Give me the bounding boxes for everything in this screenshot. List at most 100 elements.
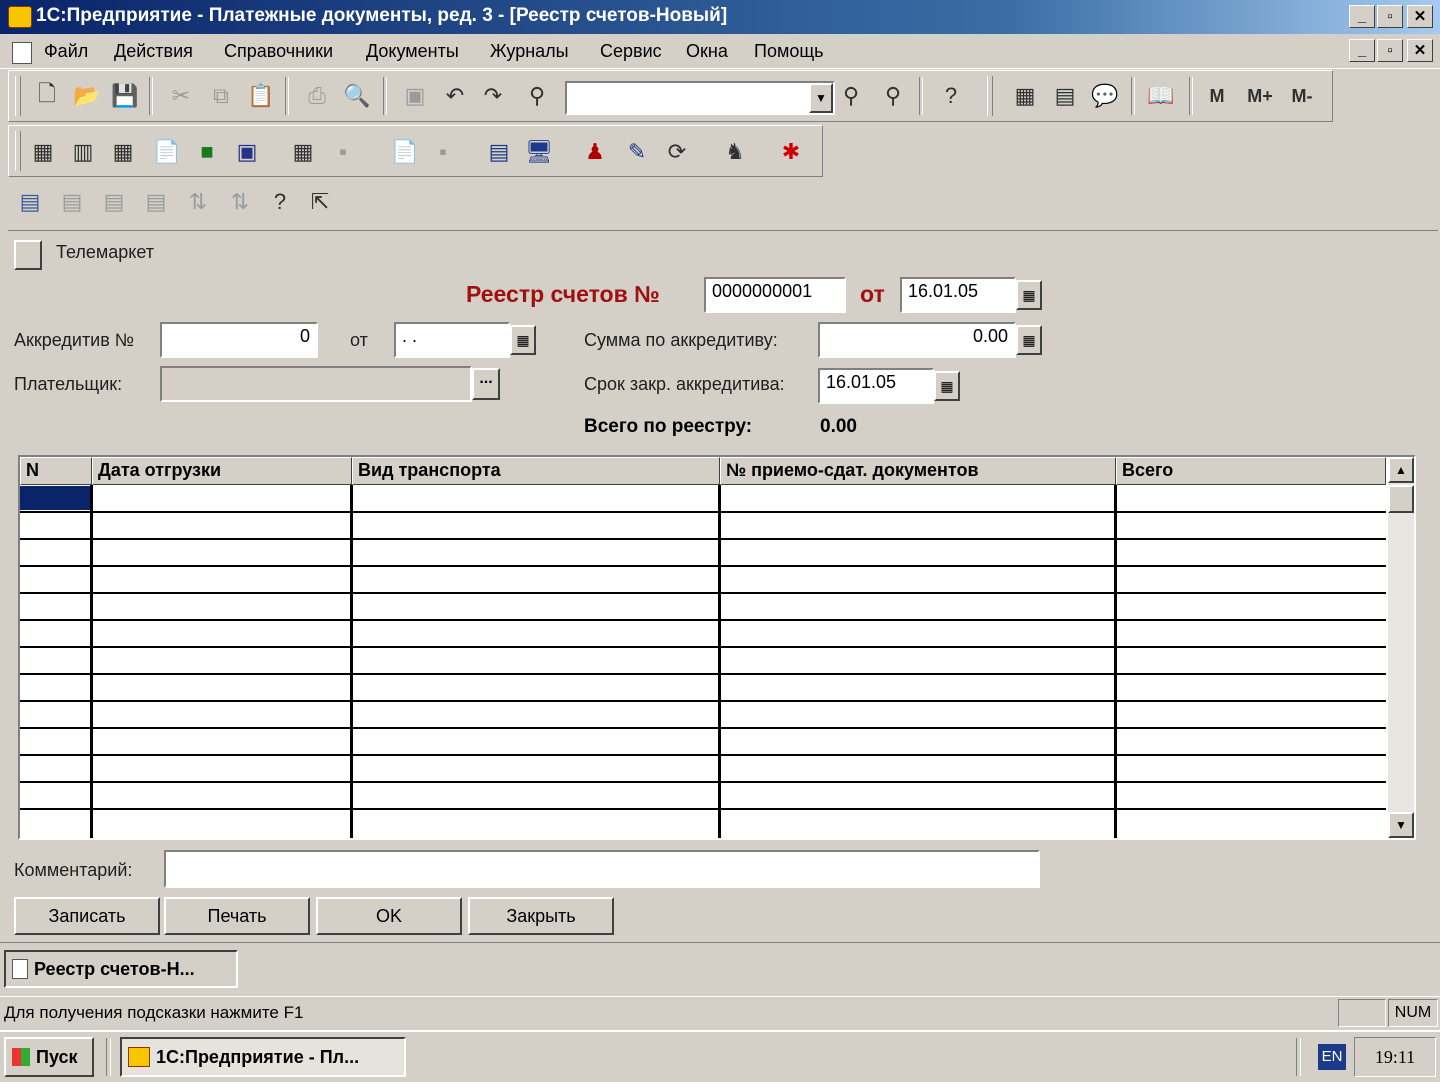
paste-icon[interactable]: 📋 [245,80,277,112]
minimize-button[interactable]: _ [1349,5,1375,28]
menu-service[interactable]: Сервис [600,41,662,62]
ok-button[interactable]: OK [316,897,462,935]
book-icon[interactable]: 📖 [1145,80,1177,112]
scroll-down-icon[interactable]: ▼ [1388,812,1414,838]
print-icon[interactable]: ⎙ [301,80,333,112]
accreditive-number-field[interactable]: 0 [160,322,318,358]
payment-order-icon[interactable]: 📄 [151,136,183,168]
invoice-table[interactable]: N Дата отгрузки Вид транспорта № приемо-… [18,455,1416,840]
report-icon[interactable]: ▤ [483,136,515,168]
menu-actions[interactable]: Действия [114,41,193,62]
context-help-icon[interactable]: ⇱ [304,186,336,218]
table-row[interactable] [20,619,1386,621]
copy-icon[interactable]: ⧉ [205,80,237,112]
new-doc-icon[interactable]: 📄 [389,136,421,168]
red-star-icon[interactable]: ✱ [775,136,807,168]
table-row[interactable] [20,673,1386,675]
menu-file[interactable]: Файл [44,41,88,62]
table-row[interactable] [20,646,1386,648]
close-window-button[interactable]: ✕ [1407,5,1433,28]
table-row[interactable] [20,592,1386,594]
title-bar[interactable]: 1С:Предприятие - Платежные документы, ре… [0,0,1440,34]
doc-number-field[interactable]: 0000000001 [704,277,846,313]
child-close-button[interactable]: ✕ [1407,39,1433,62]
toolbar-grip[interactable] [15,76,21,116]
child-restore-button[interactable]: ▫ [1377,39,1403,62]
save-icon[interactable]: 💾 [109,80,141,112]
accounts-icon[interactable]: ▦ [27,136,59,168]
current-cell[interactable] [20,486,90,510]
messages-icon[interactable]: 💬 [1089,80,1121,112]
table-row[interactable] [20,754,1386,756]
language-indicator[interactable]: EN [1318,1044,1346,1070]
accreditive-date-field[interactable]: . . [394,322,510,358]
table-row[interactable] [20,511,1386,513]
menu-windows[interactable]: Окна [686,41,728,62]
column-header-ship-date[interactable]: Дата отгрузки [92,457,352,485]
column-header-transport[interactable]: Вид транспорта [352,457,720,485]
calendar-icon[interactable]: ▤ [1049,80,1081,112]
form-help-icon[interactable]: ? [264,186,296,218]
table-row[interactable] [20,565,1386,567]
chevron-down-icon[interactable]: ▼ [809,83,833,113]
calendar-icon[interactable]: ▦ [1016,280,1042,310]
print-preview-icon[interactable]: 🔍 [341,80,373,112]
tools-icon[interactable]: ✎ [621,136,653,168]
table-row[interactable] [20,727,1386,729]
monitor-icon[interactable]: 🖥 [523,136,555,168]
menu-journals[interactable]: Журналы [490,41,569,62]
table-row[interactable] [20,538,1386,540]
close-term-field[interactable]: 16.01.05 [818,368,934,404]
memory-plus-button[interactable]: M+ [1241,80,1279,112]
menu-documents[interactable]: Документы [366,41,459,62]
toolbar-grip[interactable] [987,76,993,116]
find-prev-icon[interactable]: ⚲ [877,80,909,112]
table-row[interactable] [20,781,1386,783]
search-combo[interactable]: ▼ [565,81,835,115]
menu-help[interactable]: Помощь [754,41,824,62]
form-disabled-icon[interactable]: ▤ [56,186,88,218]
column-header-n[interactable]: N [20,457,92,485]
new-document-icon[interactable]: 🗋 [31,80,63,112]
form-action-icon[interactable]: ▤ [14,186,46,218]
redo-icon[interactable]: ↷ [477,80,509,112]
menu-catalogs[interactable]: Справочники [224,41,333,62]
registry-icon[interactable]: ▦ [107,136,139,168]
find-binoculars-icon[interactable]: ⚲ [521,80,553,112]
settings-person-icon[interactable]: ♞ [719,136,751,168]
restore-button[interactable]: ▫ [1377,5,1403,28]
document-icon[interactable] [12,42,32,64]
bank-icon[interactable]: ▣ [231,136,263,168]
close-button[interactable]: Закрыть [468,897,614,935]
clock[interactable]: 19:11 [1354,1037,1436,1077]
scroll-up-icon[interactable]: ▲ [1388,457,1414,483]
child-minimize-button[interactable]: _ [1349,39,1375,62]
form-disabled-icon[interactable]: ▤ [98,186,130,218]
calculator-icon[interactable]: ▦ [1009,80,1041,112]
cut-icon[interactable]: ✂ [165,80,197,112]
open-folder-icon[interactable]: 📂 [71,80,103,112]
doc-date-field[interactable]: 16.01.05 [900,277,1016,313]
taskbar-app-button[interactable]: 1С:Предприятие - Пл... [120,1037,406,1077]
scroll-thumb[interactable] [1388,485,1414,513]
column-header-docs[interactable]: № приемо-сдат. документов [720,457,1116,485]
memory-minus-button[interactable]: M- [1283,80,1321,112]
ledger-icon[interactable]: ▥ [67,136,99,168]
mdi-tab-registry[interactable]: Реестр счетов-Н... [4,950,238,988]
comment-field[interactable] [164,850,1040,888]
payer-field[interactable] [160,366,472,402]
incoming-doc-icon[interactable]: ■ [191,136,223,168]
form-disabled-icon[interactable]: ▤ [140,186,172,218]
sort-asc-icon[interactable]: ⇅ [182,186,214,218]
journal-disabled-icon[interactable]: ▪ [327,136,359,168]
start-button[interactable]: Пуск [4,1037,94,1077]
toolbar-grip[interactable] [15,131,21,171]
calendar-icon[interactable]: ▦ [510,325,536,355]
vertical-scrollbar[interactable]: ▲ ▼ [1388,457,1414,838]
user-icon[interactable]: ♟ [579,136,611,168]
save-button[interactable]: Записать [14,897,160,935]
help-icon[interactable]: ? [935,80,967,112]
sum-field[interactable]: 0.00 [818,322,1016,358]
table-row[interactable] [20,808,1386,810]
copy-doc-icon[interactable]: ▪ [427,136,459,168]
